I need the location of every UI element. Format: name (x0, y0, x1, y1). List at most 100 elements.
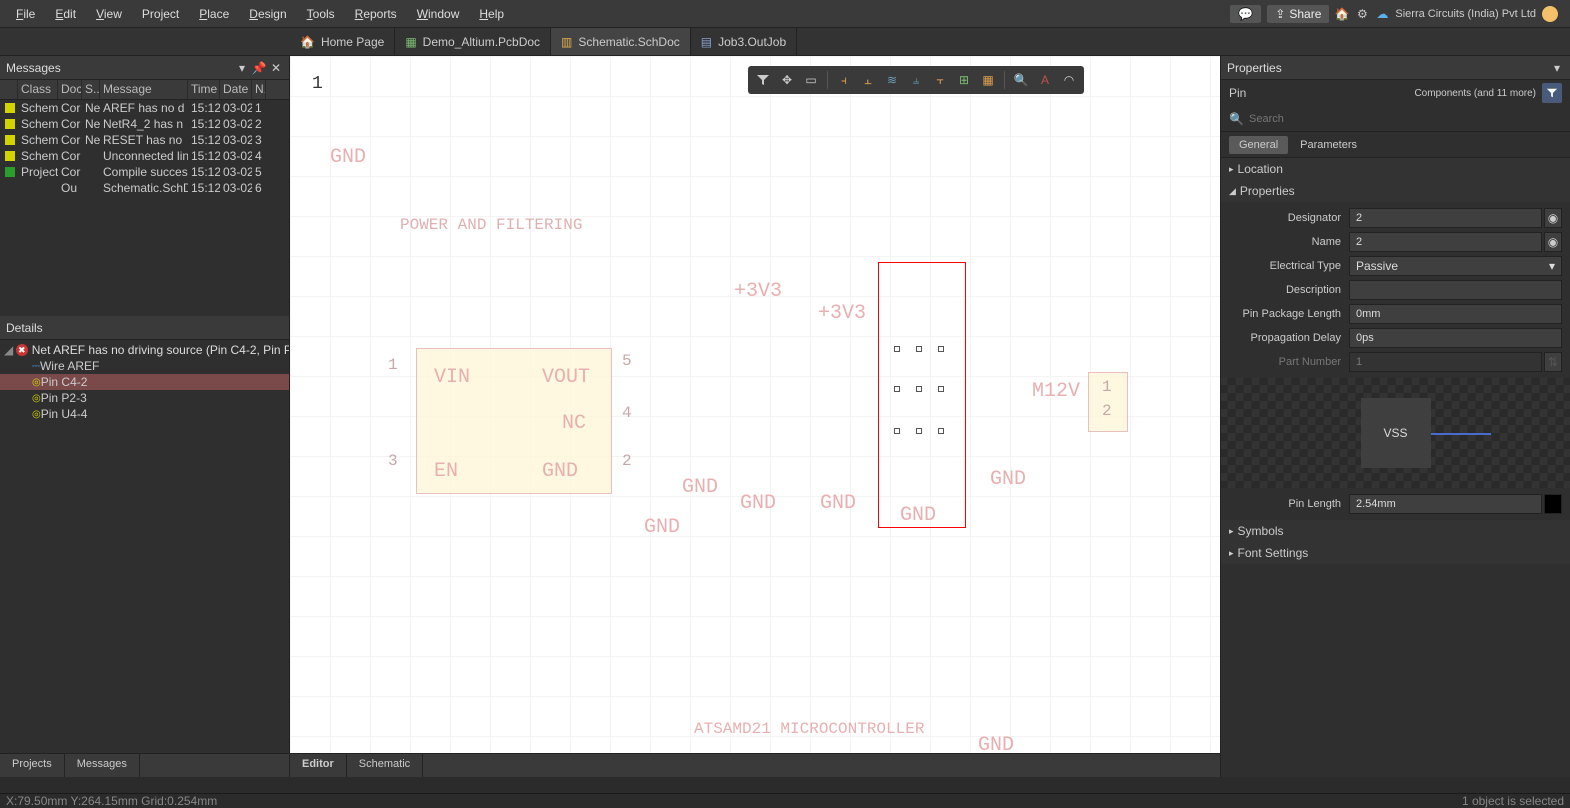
home-icon[interactable]: 🏠 (1335, 7, 1349, 21)
menu-window[interactable]: Window (407, 3, 470, 25)
pin-icon: ◎ (32, 377, 41, 388)
distribute-v-icon[interactable]: ⫨ (905, 69, 927, 91)
message-row[interactable]: SchemCorUnconnected line15:12:03-024 (0, 148, 289, 164)
tab-schematic[interactable]: Schematic (347, 754, 423, 777)
pin-length-input[interactable]: 2.54mm (1349, 494, 1542, 514)
selection-handle[interactable] (894, 346, 900, 352)
menu-tools[interactable]: Tools (297, 3, 345, 25)
selection-handle[interactable] (916, 428, 922, 434)
col-doc[interactable]: Doc... (58, 80, 82, 99)
message-row[interactable]: SchemCorNetAREF has no d15:12:03-021 (0, 100, 289, 116)
text-icon[interactable]: A (1034, 69, 1056, 91)
col-src[interactable]: S... (82, 80, 100, 99)
prop-delay-input[interactable]: 0ps (1349, 328, 1562, 348)
share-button[interactable]: ⇪Share (1267, 5, 1329, 23)
grid-icon[interactable]: ⊞ (953, 69, 975, 91)
collapse-icon[interactable]: ◢ (4, 343, 14, 357)
message-row[interactable]: SchemCorNetRESET has no15:12:03-023 (0, 132, 289, 148)
section-location[interactable]: ▸Location (1221, 158, 1570, 180)
menu-design[interactable]: Design (239, 3, 296, 25)
arc-icon[interactable]: ◠ (1058, 69, 1080, 91)
selection-handle[interactable] (938, 428, 944, 434)
select-icon[interactable]: ▭ (800, 69, 822, 91)
designator-input[interactable]: 2 (1349, 208, 1542, 228)
details-header: Details (0, 316, 289, 340)
selection-handle[interactable] (916, 346, 922, 352)
selection-handle[interactable] (938, 386, 944, 392)
filter-icon[interactable] (752, 69, 774, 91)
electrical-type-select[interactable]: Passive▾ (1349, 256, 1562, 276)
menu-help[interactable]: Help (469, 3, 514, 25)
align-center-icon[interactable]: ⫠ (857, 69, 879, 91)
schematic-editor[interactable]: 1 ✥ ▭ ⫞ ⫠ ≋ ⫨ ⫟ ⊞ ▦ 🔍 A ◠ GND POWE (290, 56, 1220, 777)
menu-view[interactable]: View (86, 3, 132, 25)
close-icon[interactable]: ✕ (269, 61, 283, 75)
col-date[interactable]: Date (220, 80, 252, 99)
align-left-icon[interactable]: ⫞ (833, 69, 855, 91)
selection-handle[interactable] (894, 428, 900, 434)
zoom-icon[interactable]: 🔍 (1010, 69, 1032, 91)
section-font[interactable]: ▸Font Settings (1221, 542, 1570, 564)
selection-rectangle (878, 262, 966, 528)
tab-home-page[interactable]: 🏠Home Page (290, 28, 395, 55)
menu-edit[interactable]: Edit (45, 3, 86, 25)
stepper-icon[interactable]: ⇅ (1544, 352, 1562, 372)
col-no[interactable]: N... (252, 80, 266, 99)
color-swatch[interactable] (1544, 494, 1562, 514)
tab-projects[interactable]: Projects (0, 754, 65, 777)
status-square-icon (5, 151, 15, 161)
pin-pkg-len-input[interactable]: 0mm (1349, 304, 1562, 324)
description-input[interactable] (1349, 280, 1562, 300)
menu-file[interactable]: File (6, 3, 45, 25)
col-class[interactable]: Class (18, 80, 58, 99)
tab-outjob[interactable]: ▤Job3.OutJob (691, 28, 797, 55)
document-tab-bar: 🏠Home Page ▦Demo_Altium.PcbDoc ▥Schemati… (0, 28, 1570, 56)
visibility-toggle[interactable]: ◉ (1544, 232, 1562, 252)
notify-button[interactable]: 💬 (1230, 5, 1261, 23)
tab-messages[interactable]: Messages (65, 754, 140, 777)
message-row[interactable]: ProjectCorCompile successfu15:12:03-025 (0, 164, 289, 180)
tab-general[interactable]: General (1229, 136, 1288, 154)
properties-header: Properties ▾ (1221, 56, 1570, 80)
message-row[interactable]: SchemCorNetNetR4_2 has n15:12:03-022 (0, 116, 289, 132)
menu-place[interactable]: Place (189, 3, 239, 25)
tab-parameters[interactable]: Parameters (1290, 136, 1367, 154)
messages-title: Messages (6, 61, 61, 75)
cloud-icon[interactable]: ☁ (1375, 7, 1389, 21)
tree-item[interactable]: ◎ Pin C4-2 (0, 374, 289, 390)
tab-schdoc[interactable]: ▥Schematic.SchDoc (551, 28, 691, 55)
gear-icon[interactable]: ⚙ (1355, 7, 1369, 21)
selection-handle[interactable] (916, 386, 922, 392)
user-avatar[interactable] (1542, 6, 1558, 22)
section-properties[interactable]: ◢Properties (1221, 180, 1570, 202)
tree-root[interactable]: ◢ ✖ Net AREF has no driving source (Pin … (0, 342, 289, 358)
tree-item[interactable]: ◎ Pin U4-4 (0, 406, 289, 422)
section-symbols[interactable]: ▸Symbols (1221, 520, 1570, 542)
details-title: Details (6, 321, 43, 335)
filter-icon[interactable] (1542, 83, 1562, 103)
menu-reports[interactable]: Reports (345, 3, 407, 25)
visibility-toggle[interactable]: ◉ (1544, 208, 1562, 228)
tab-pcbdoc[interactable]: ▦Demo_Altium.PcbDoc (395, 28, 551, 55)
col-time[interactable]: Time (188, 80, 220, 99)
snap-icon[interactable]: ▦ (977, 69, 999, 91)
message-row[interactable]: OuSchematic.SchDoc15:12:03-026 (0, 180, 289, 196)
dropdown-icon[interactable]: ▾ (1550, 61, 1564, 75)
selection-handle[interactable] (894, 386, 900, 392)
name-input[interactable]: 2 (1349, 232, 1542, 252)
field-label: Pin Length (1229, 498, 1349, 510)
col-msg[interactable]: Message (100, 80, 188, 99)
tab-editor[interactable]: Editor (290, 754, 347, 777)
move-icon[interactable]: ✥ (776, 69, 798, 91)
tree-item[interactable]: ◎ Pin P2-3 (0, 390, 289, 406)
menu-project[interactable]: Project (132, 3, 189, 25)
selection-handle[interactable] (938, 346, 944, 352)
section-label: Symbols (1238, 524, 1284, 538)
search-input[interactable] (1249, 113, 1562, 125)
align-top-icon[interactable]: ⫟ (929, 69, 951, 91)
tree-item[interactable]: ⎓ Wire AREF (0, 358, 289, 374)
dropdown-icon[interactable]: ▾ (235, 61, 249, 75)
caret-right-icon: ▸ (1229, 164, 1234, 175)
pin-icon[interactable]: 📌 (252, 61, 266, 75)
distribute-h-icon[interactable]: ≋ (881, 69, 903, 91)
